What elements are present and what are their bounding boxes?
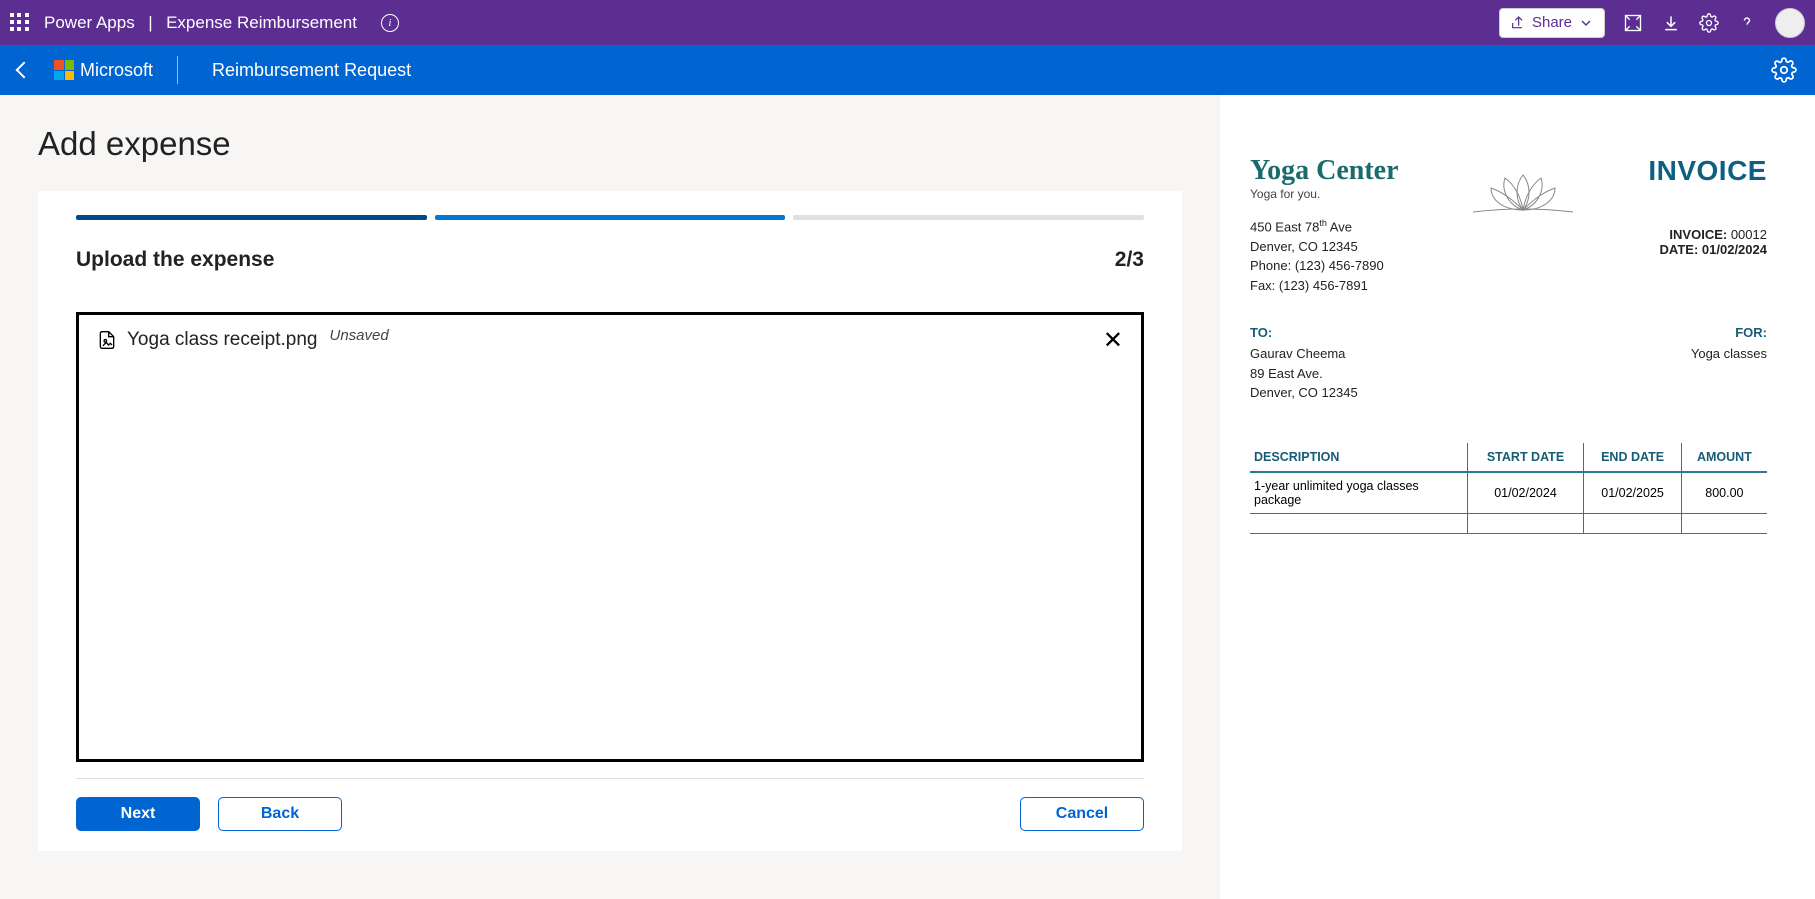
invoice-address: 450 East 78th Ave Denver, CO 12345 Phone… [1250,217,1399,295]
user-avatar[interactable] [1775,8,1805,38]
uploaded-file-row: Yoga class receipt.png Unsaved [97,329,1123,351]
invoice-table: DESCRIPTION START DATE END DATE AMOUNT 1… [1250,443,1767,534]
divider [76,778,1144,779]
lotus-icon [1463,160,1583,220]
page-title: Add expense [38,125,1182,163]
back-button[interactable]: Back [218,797,342,831]
info-icon[interactable]: i [381,14,399,32]
invoice-for-label: FOR: [1691,325,1767,340]
invoice-meta: INVOICE: 00012 DATE: 01/02/2024 [1648,227,1767,257]
invoice-brand: Yoga Center [1250,155,1399,187]
app-header: Microsoft Reimbursement Request [0,45,1815,95]
separator [177,56,178,84]
file-name: Yoga class receipt.png [127,329,317,351]
invoice-title: INVOICE [1648,155,1767,187]
cancel-button[interactable]: Cancel [1020,797,1144,831]
upload-dropzone[interactable]: Yoga class receipt.png Unsaved ✕ [76,312,1144,762]
help-icon[interactable] [1737,13,1757,33]
wizard-card: Upload the expense 2/3 Yoga class receip… [38,191,1182,851]
app-launcher-icon[interactable] [10,13,30,33]
brand-logo: Microsoft [54,60,153,81]
progress-bar [76,215,1144,220]
file-image-icon [97,329,117,351]
next-button[interactable]: Next [76,797,200,831]
invoice-tagline: Yoga for you. [1250,187,1399,201]
fit-icon[interactable] [1623,13,1643,33]
file-status: Unsaved [329,327,388,344]
settings-icon[interactable] [1699,13,1719,33]
title-bar: Power Apps | Expense Reimbursement i Sha… [0,0,1815,45]
step-title: Upload the expense [76,248,274,272]
invoice-row: 1-year unlimited yoga classes package 01… [1250,472,1767,514]
invoice-to-label: TO: [1250,325,1358,340]
invoice-preview: Yoga Center Yoga for you. 450 East 78th … [1220,95,1815,899]
invoice-for: Yoga classes [1691,344,1767,364]
step-counter: 2/3 [1115,248,1144,272]
app-screen-title: Reimbursement Request [212,60,411,81]
remove-file-icon[interactable]: ✕ [1103,329,1123,353]
invoice-to: Gaurav Cheema 89 East Ave. Denver, CO 12… [1250,344,1358,403]
app-settings-icon[interactable] [1771,57,1797,83]
share-button[interactable]: Share [1499,8,1605,38]
download-icon[interactable] [1661,13,1681,33]
product-title: Power Apps | Expense Reimbursement [44,13,357,33]
back-icon[interactable] [16,62,33,79]
